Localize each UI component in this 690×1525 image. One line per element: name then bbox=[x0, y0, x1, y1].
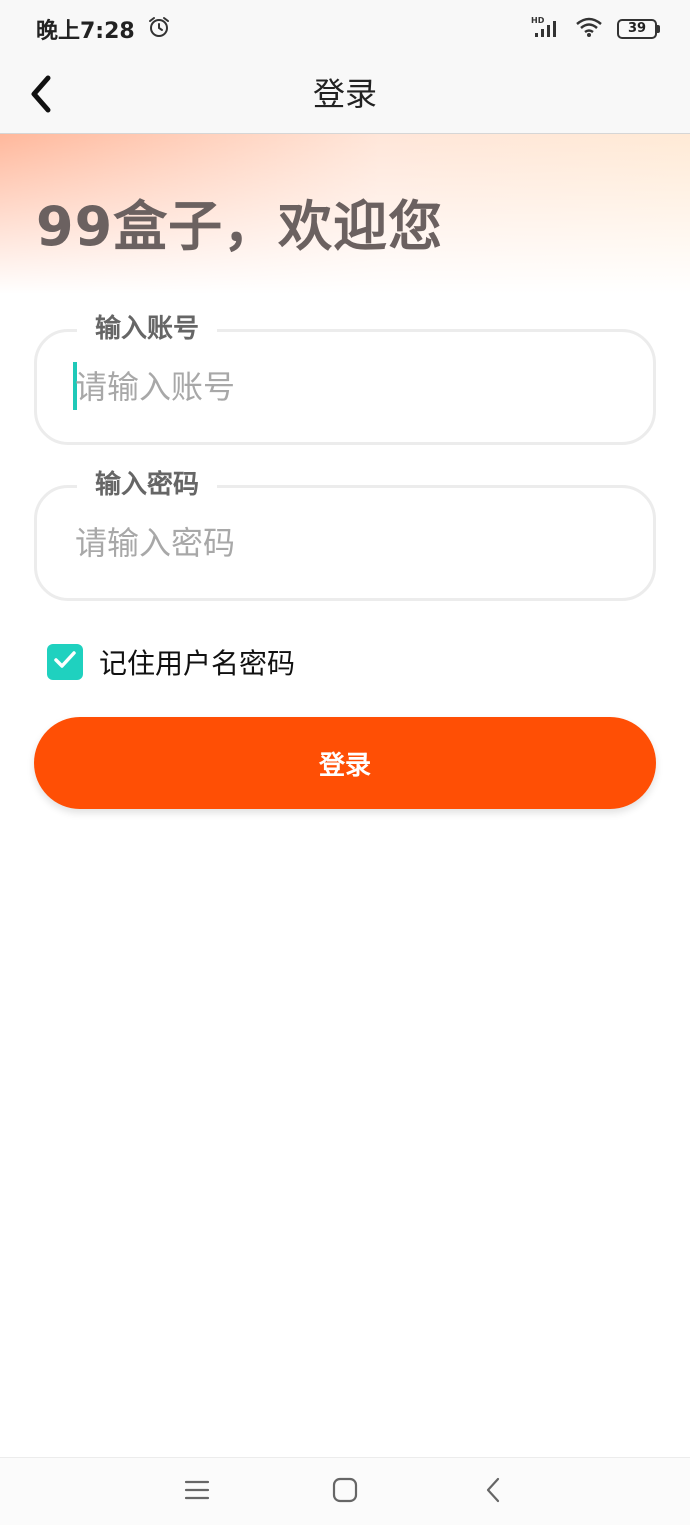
back-button[interactable] bbox=[16, 68, 66, 124]
remember-credentials-toggle[interactable]: 记住用户名密码 bbox=[47, 642, 295, 682]
back-icon bbox=[483, 1476, 503, 1508]
menu-icon bbox=[184, 1478, 210, 1506]
status-bar: 晚上7:28 HD 39 bbox=[0, 0, 690, 58]
page-title: 登录 bbox=[312, 75, 377, 113]
account-input[interactable] bbox=[75, 354, 615, 420]
remember-checkbox[interactable] bbox=[47, 644, 83, 680]
status-left: 晚上7:28 bbox=[36, 13, 171, 45]
status-right: HD 39 bbox=[531, 15, 660, 43]
welcome-title: 99盒子，欢迎您 bbox=[36, 195, 444, 258]
cellular-signal-icon: HD bbox=[531, 15, 561, 43]
account-field-label: 输入账号 bbox=[77, 312, 218, 346]
system-nav-bar bbox=[0, 1457, 690, 1525]
menu-button[interactable] bbox=[182, 1477, 212, 1507]
wifi-icon bbox=[575, 15, 603, 43]
svg-text:HD: HD bbox=[531, 16, 545, 25]
alarm-icon bbox=[147, 15, 171, 43]
login-button[interactable]: 登录 bbox=[34, 717, 656, 809]
remember-label: 记住用户名密码 bbox=[99, 647, 296, 680]
checkmark-icon bbox=[51, 646, 79, 678]
welcome-banner: 99盒子，欢迎您 bbox=[0, 134, 690, 294]
battery-indicator: 39 bbox=[617, 19, 660, 39]
login-screen: 晚上7:28 HD 39 登录 99盒子，欢迎您 输入账号 请输入账号 输入密码… bbox=[0, 0, 690, 1525]
password-input[interactable] bbox=[75, 510, 615, 576]
battery-tip bbox=[657, 25, 660, 33]
account-field: 输入账号 bbox=[34, 312, 656, 445]
password-field: 输入密码 bbox=[34, 468, 656, 601]
nav-bar: 登录 bbox=[0, 58, 690, 134]
status-time: 晚上7:28 bbox=[36, 19, 135, 44]
system-back-button[interactable] bbox=[478, 1477, 508, 1507]
home-button[interactable] bbox=[330, 1477, 360, 1507]
chevron-left-icon bbox=[26, 74, 56, 118]
home-icon bbox=[332, 1477, 358, 1507]
battery-level: 39 bbox=[617, 19, 657, 39]
password-field-label: 输入密码 bbox=[77, 468, 218, 502]
